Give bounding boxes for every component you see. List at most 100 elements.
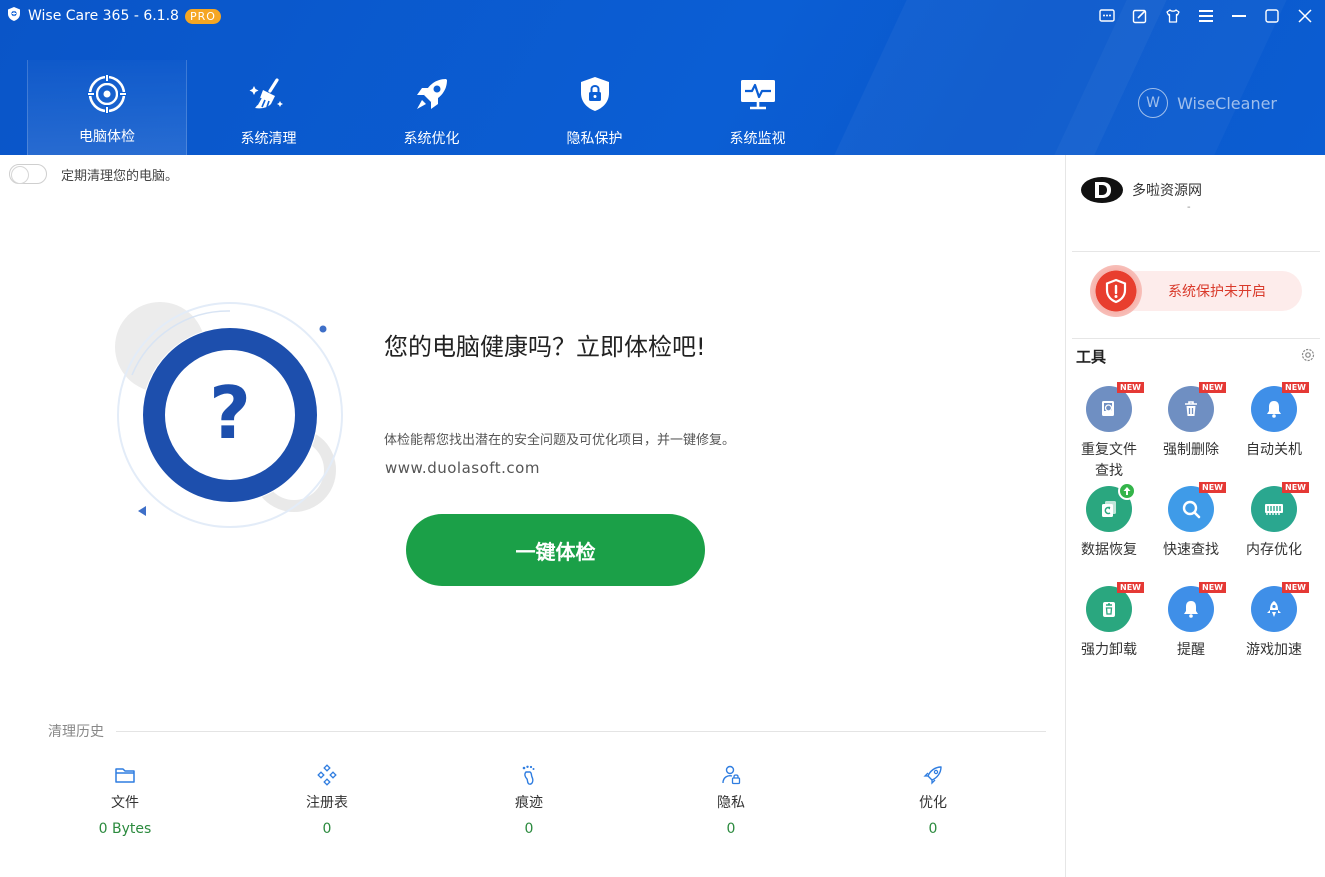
- tool-label: 数据恢复: [1081, 542, 1137, 558]
- tools-header: 工具: [1076, 346, 1316, 367]
- history-label: 文件: [111, 795, 139, 811]
- shield-alert-icon: [1090, 265, 1142, 317]
- new-badge: NEW: [1282, 582, 1309, 593]
- history-value: 0 Bytes: [98, 821, 152, 837]
- tab-pc-checkup[interactable]: 电脑体检: [27, 60, 187, 155]
- history-title: 清理历史: [48, 724, 104, 740]
- schedule-label: 定期清理您的电脑。: [61, 168, 179, 184]
- history-value: 0: [524, 821, 534, 837]
- edit-icon[interactable]: [1130, 6, 1150, 26]
- minimize-icon[interactable]: [1229, 6, 1249, 26]
- reminder-bell-icon: NEW: [1168, 582, 1226, 632]
- app-window: Wise Care 365 - 6.1.8 PRO 电脑体检 系统清理 系统优化…: [0, 0, 1325, 877]
- rocket-icon: [412, 74, 452, 114]
- radar-icon: [87, 74, 127, 114]
- broom-icon: [249, 74, 289, 114]
- tool-label: 强制删除: [1163, 442, 1219, 458]
- tool-force-delete[interactable]: NEW 强制删除: [1152, 382, 1230, 461]
- upgrade-badge-icon: [1118, 482, 1136, 500]
- new-badge: NEW: [1199, 582, 1226, 593]
- shield-lock-icon: [575, 74, 615, 114]
- tool-label: 自动关机: [1246, 442, 1302, 458]
- gear-icon[interactable]: [1300, 347, 1316, 367]
- monitor-icon: [738, 74, 778, 114]
- window-controls: [1097, 6, 1315, 26]
- question-mark-illustration: ?: [110, 295, 350, 535]
- svg-text:?: ?: [209, 371, 251, 455]
- app-title: Wise Care 365 - 6.1.8: [28, 8, 179, 24]
- uninstall-icon: NEW: [1086, 582, 1144, 632]
- rocket-outline-icon: [922, 763, 944, 787]
- tool-label: 快速查找: [1163, 542, 1219, 558]
- tool-memory-optimize[interactable]: NEW 内存优化: [1235, 482, 1313, 561]
- new-badge: NEW: [1199, 482, 1226, 493]
- tool-reminder[interactable]: NEW 提醒: [1152, 582, 1230, 661]
- tool-label: 重复文件查找: [1081, 442, 1137, 479]
- duplicate-file-icon: NEW: [1086, 382, 1144, 432]
- tool-game-boost[interactable]: NEW 游戏加速: [1235, 582, 1313, 661]
- wisecleaner-logo-icon: W: [1138, 88, 1169, 118]
- history-item-optimize: 优化 0: [863, 763, 1003, 837]
- hero-description: 体检能帮您找出潜在的安全问题及可优化项目，并一键修复。: [384, 433, 736, 448]
- one-click-checkup-button[interactable]: 一键体检: [406, 514, 705, 586]
- history-item-privacy: 隐私 0: [661, 763, 801, 837]
- new-badge: NEW: [1199, 382, 1226, 393]
- tool-auto-shutdown[interactable]: NEW 自动关机: [1235, 382, 1313, 461]
- schedule-toggle[interactable]: [9, 164, 47, 184]
- menu-icon[interactable]: [1196, 6, 1216, 26]
- skin-icon[interactable]: [1163, 6, 1183, 26]
- tab-label: 隐私保护: [566, 131, 623, 147]
- data-recovery-icon: [1086, 482, 1136, 532]
- bell-icon: NEW: [1251, 382, 1309, 432]
- right-panel: 多啦资源网 - 系统保护未开启 工具 NEW 重复文件查找 NEW 强制删除 N…: [1065, 155, 1325, 877]
- tool-fast-search[interactable]: NEW 快速查找: [1152, 482, 1230, 561]
- account-name: 多啦资源网: [1132, 183, 1202, 199]
- wisecleaner-brand[interactable]: W WiseCleaner: [1138, 88, 1277, 118]
- history-value: 0: [322, 821, 332, 837]
- header: Wise Care 365 - 6.1.8 PRO 电脑体检 系统清理 系统优化…: [0, 0, 1325, 155]
- registry-icon: [316, 763, 338, 787]
- tab-system-optimize[interactable]: 系统优化: [350, 60, 513, 155]
- pro-badge: PRO: [184, 8, 221, 24]
- tool-duplicate-finder[interactable]: NEW 重复文件查找: [1070, 382, 1148, 482]
- tab-system-clean[interactable]: 系统清理: [187, 60, 350, 155]
- side-divider: [1072, 251, 1320, 252]
- close-icon[interactable]: [1295, 6, 1315, 26]
- history-item-registry: 注册表 0: [257, 763, 397, 837]
- title-bar: Wise Care 365 - 6.1.8 PRO: [6, 5, 221, 27]
- history-value: 0: [726, 821, 736, 837]
- tool-label: 强力卸载: [1081, 642, 1137, 658]
- feedback-icon[interactable]: [1097, 6, 1117, 26]
- new-badge: NEW: [1282, 482, 1309, 493]
- side-divider: [1072, 338, 1320, 339]
- tab-label: 系统监视: [729, 131, 786, 147]
- tool-label: 游戏加速: [1246, 642, 1302, 658]
- tools-title: 工具: [1076, 348, 1107, 366]
- clean-history: 清理历史 文件 0 Bytes 注册表 0 痕迹 0 隐私 0 优化 0: [48, 721, 1046, 861]
- tool-label: 提醒: [1177, 642, 1205, 658]
- tab-label: 电脑体检: [79, 129, 135, 145]
- trash-icon: NEW: [1168, 382, 1226, 432]
- history-item-files: 文件 0 Bytes: [55, 763, 195, 837]
- history-label: 痕迹: [515, 795, 543, 811]
- protection-text: 系统保护未开启: [1168, 284, 1266, 300]
- tool-data-recovery[interactable]: 数据恢复: [1070, 482, 1148, 561]
- maximize-icon[interactable]: [1262, 6, 1282, 26]
- hero-title: 您的电脑健康吗？立即体检吧!: [384, 333, 706, 361]
- tab-system-monitor[interactable]: 系统监视: [676, 60, 839, 155]
- account-info[interactable]: 多啦资源网: [1080, 175, 1202, 205]
- history-divider: [116, 730, 1046, 732]
- footprint-icon: [518, 763, 540, 787]
- system-protection-status[interactable]: 系统保护未开启: [1090, 265, 1302, 317]
- brand-name: WiseCleaner: [1177, 93, 1277, 113]
- account-sub: -: [1187, 202, 1191, 213]
- history-items: 文件 0 Bytes 注册表 0 痕迹 0 隐私 0 优化 0: [48, 741, 1046, 861]
- tab-privacy-protect[interactable]: 隐私保护: [513, 60, 676, 155]
- folder-icon: [114, 763, 136, 787]
- new-badge: NEW: [1117, 582, 1144, 593]
- memory-icon: NEW: [1251, 482, 1309, 532]
- tool-force-uninstall[interactable]: NEW 强力卸载: [1070, 582, 1148, 661]
- tab-label: 系统清理: [240, 131, 297, 147]
- history-value: 0: [928, 821, 938, 837]
- privacy-user-icon: [720, 763, 742, 787]
